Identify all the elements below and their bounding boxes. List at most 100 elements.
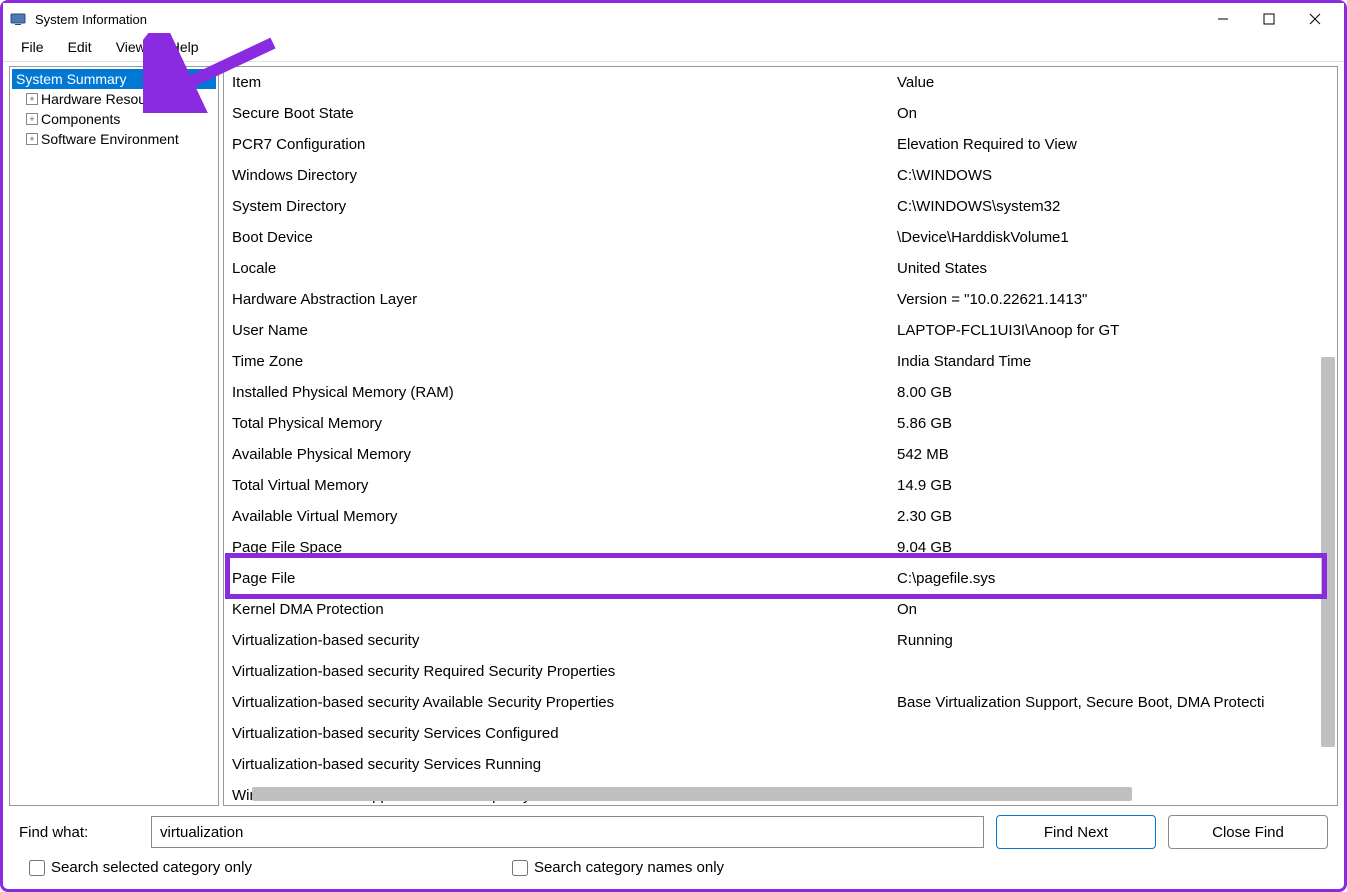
main-content: System Summary + Hardware Resources + Co… — [3, 62, 1344, 806]
cell-value: 5.86 GB — [897, 410, 1329, 437]
cell-value: Base Virtualization Support, Secure Boot… — [897, 689, 1329, 716]
list-row[interactable]: System DirectoryC:\WINDOWS\system32 — [224, 191, 1337, 222]
cell-item: Page File Space — [232, 534, 897, 561]
cell-value: 542 MB — [897, 441, 1329, 468]
cell-item: Kernel DMA Protection — [232, 596, 897, 623]
cell-item: Virtualization-based security Required S… — [232, 658, 897, 685]
list-row[interactable]: User NameLAPTOP-FCL1UI3I\Anoop for GT — [224, 315, 1337, 346]
list-row[interactable]: Total Physical Memory5.86 GB — [224, 408, 1337, 439]
cell-item: Windows Directory — [232, 162, 897, 189]
cell-value: LAPTOP-FCL1UI3I\Anoop for GT — [897, 317, 1329, 344]
list-scroll[interactable]: Item Value Secure Boot StateOnPCR7 Confi… — [224, 67, 1337, 805]
cell-item: Available Physical Memory — [232, 441, 897, 468]
tree-software-environment[interactable]: + Software Environment — [12, 129, 216, 149]
tree-system-summary[interactable]: System Summary — [12, 69, 216, 89]
close-button[interactable] — [1292, 3, 1338, 35]
tree-components[interactable]: + Components — [12, 109, 216, 129]
maximize-button[interactable] — [1246, 3, 1292, 35]
list-row[interactable]: Installed Physical Memory (RAM)8.00 GB — [224, 377, 1337, 408]
list-row[interactable]: Virtualization-based securityRunning — [224, 625, 1337, 656]
cell-value — [897, 720, 1329, 747]
cell-value: On — [897, 100, 1329, 127]
cell-value: India Standard Time — [897, 348, 1329, 375]
checkbox-input[interactable] — [512, 860, 528, 876]
tree-label: Hardware Resources — [41, 91, 173, 107]
cell-value: United States — [897, 255, 1329, 282]
app-icon — [9, 10, 27, 28]
list-row[interactable]: Boot Device\Device\HarddiskVolume1 — [224, 222, 1337, 253]
cell-value: 14.9 GB — [897, 472, 1329, 499]
window-title: System Information — [35, 12, 147, 27]
list-row[interactable]: LocaleUnited States — [224, 253, 1337, 284]
cell-item: Total Virtual Memory — [232, 472, 897, 499]
menu-help[interactable]: Help — [160, 37, 209, 57]
cell-value: Version = "10.0.22621.1413" — [897, 286, 1329, 313]
titlebar: System Information — [3, 3, 1344, 35]
find-bar: Find what: Find Next Close Find Search s… — [9, 809, 1338, 883]
list-row[interactable]: Secure Boot StateOn — [224, 98, 1337, 129]
search-selected-checkbox[interactable]: Search selected category only — [29, 859, 252, 876]
cell-item: Time Zone — [232, 348, 897, 375]
tree-panel[interactable]: System Summary + Hardware Resources + Co… — [9, 66, 219, 806]
tree-label: Software Environment — [41, 131, 179, 147]
cell-item: Boot Device — [232, 224, 897, 251]
find-label: Find what: — [19, 824, 139, 841]
cell-value — [897, 751, 1329, 778]
list-row[interactable]: Available Physical Memory542 MB — [224, 439, 1337, 470]
checkbox-input[interactable] — [29, 860, 45, 876]
list-row[interactable]: Windows DirectoryC:\WINDOWS — [224, 160, 1337, 191]
cell-value: 2.30 GB — [897, 503, 1329, 530]
find-next-button[interactable]: Find Next — [996, 815, 1156, 849]
list-row[interactable]: Hardware Abstraction LayerVersion = "10.… — [224, 284, 1337, 315]
cell-item: Installed Physical Memory (RAM) — [232, 379, 897, 406]
menu-edit[interactable]: Edit — [58, 37, 102, 57]
close-find-button[interactable]: Close Find — [1168, 815, 1328, 849]
window-controls — [1200, 3, 1338, 35]
checkbox-label: Search category names only — [534, 859, 724, 876]
list-row[interactable]: Total Virtual Memory14.9 GB — [224, 470, 1337, 501]
cell-value: 9.04 GB — [897, 534, 1329, 561]
list-row[interactable]: PCR7 ConfigurationElevation Required to … — [224, 129, 1337, 160]
search-category-checkbox[interactable]: Search category names only — [512, 859, 724, 876]
cell-item: User Name — [232, 317, 897, 344]
list-row[interactable]: Available Virtual Memory2.30 GB — [224, 501, 1337, 532]
list-panel: Item Value Secure Boot StateOnPCR7 Confi… — [223, 66, 1338, 806]
cell-value — [897, 658, 1329, 685]
tree-label: Components — [41, 111, 120, 127]
expand-icon[interactable]: + — [26, 93, 38, 105]
list-row[interactable]: Virtualization-based security Services C… — [224, 718, 1337, 749]
cell-item: System Directory — [232, 193, 897, 220]
cell-value: Elevation Required to View — [897, 131, 1329, 158]
list-header[interactable]: Item Value — [224, 67, 1337, 98]
list-row[interactable]: Kernel DMA ProtectionOn — [224, 594, 1337, 625]
menubar: File Edit View Help — [3, 35, 1344, 62]
header-item[interactable]: Item — [232, 69, 897, 96]
header-value[interactable]: Value — [897, 69, 1329, 96]
expand-icon[interactable]: + — [26, 113, 38, 125]
cell-value: \Device\HarddiskVolume1 — [897, 224, 1329, 251]
list-row[interactable]: Virtualization-based security Services R… — [224, 749, 1337, 780]
cell-item: Hardware Abstraction Layer — [232, 286, 897, 313]
cell-value: C:\pagefile.sys — [897, 565, 1329, 592]
cell-item: Virtualization-based security Services R… — [232, 751, 897, 778]
tree-label: System Summary — [16, 71, 126, 87]
horizontal-scrollbar[interactable] — [252, 787, 1132, 801]
cell-item: Locale — [232, 255, 897, 282]
vertical-scrollbar[interactable] — [1321, 357, 1335, 747]
tree-hardware-resources[interactable]: + Hardware Resources — [12, 89, 216, 109]
menu-file[interactable]: File — [11, 37, 54, 57]
cell-value: On — [897, 596, 1329, 623]
expand-icon[interactable]: + — [26, 133, 38, 145]
list-row[interactable]: Page File Space9.04 GB — [224, 532, 1337, 563]
list-row[interactable]: Virtualization-based security Available … — [224, 687, 1337, 718]
list-row[interactable]: Page FileC:\pagefile.sys — [224, 563, 1337, 594]
list-row[interactable]: Virtualization-based security Required S… — [224, 656, 1337, 687]
cell-item: Total Physical Memory — [232, 410, 897, 437]
cell-value: 8.00 GB — [897, 379, 1329, 406]
cell-item: PCR7 Configuration — [232, 131, 897, 158]
list-row[interactable]: Time ZoneIndia Standard Time — [224, 346, 1337, 377]
cell-value: C:\WINDOWS — [897, 162, 1329, 189]
minimize-button[interactable] — [1200, 3, 1246, 35]
menu-view[interactable]: View — [106, 37, 156, 57]
find-input[interactable] — [151, 816, 984, 848]
